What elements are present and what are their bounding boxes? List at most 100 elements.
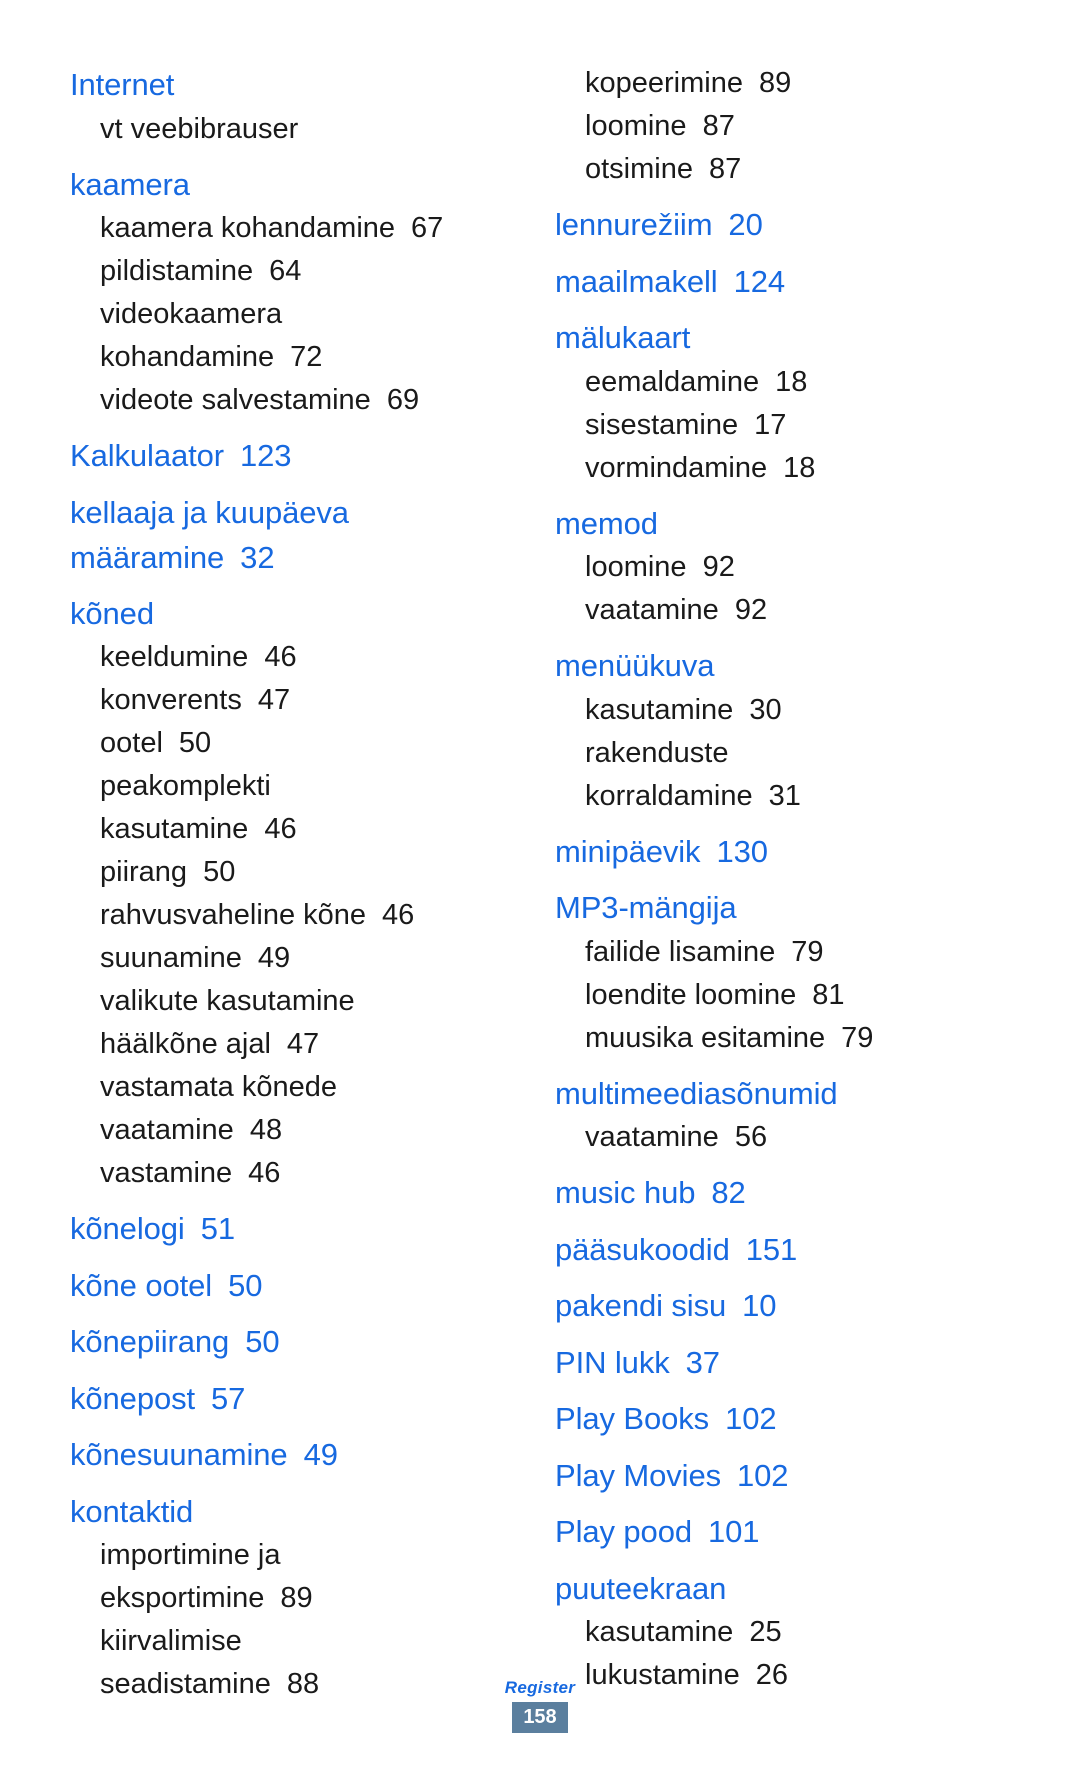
index-subentry[interactable]: piirang 50 (70, 851, 525, 894)
index-entry-term[interactable]: Kalkulaator 123 (70, 433, 525, 479)
index-subentry[interactable]: vastamine 46 (70, 1152, 525, 1195)
index-subentry-page: 46 (248, 1157, 281, 1189)
index-term-page: 124 (733, 263, 786, 299)
index-subentry-label: peakomplekti (100, 770, 271, 802)
index-subentry-label: loomine (585, 551, 687, 583)
index-subentry-page: 92 (702, 551, 735, 583)
index-entry-term[interactable]: Play Movies 102 (555, 1453, 1010, 1499)
index-entry-term[interactable]: Play Books 102 (555, 1396, 1010, 1442)
index-subentry[interactable]: vaatamine 56 (555, 1116, 1010, 1159)
footer-section-label: Register (504, 1678, 576, 1697)
index-term-label: kõnelogi (70, 1211, 185, 1246)
index-subentry[interactable]: loomine 92 (555, 546, 1010, 589)
index-term-label: pakendi sisu (555, 1288, 727, 1323)
index-subentry[interactable]: vt veebibrauser (70, 108, 525, 151)
index-subentry[interactable]: otsimine 87 (555, 148, 1010, 191)
index-subentry-page: 46 (264, 641, 297, 673)
index-term-label: kõnesuunamine (70, 1437, 288, 1472)
index-subentry-label: rakenduste (585, 736, 729, 769)
index-subentry[interactable]: suunamine 49 (70, 937, 525, 980)
index-subentry[interactable]: kopeerimine 89 (555, 62, 1010, 105)
index-subentry[interactable]: korraldamine 31 (555, 775, 1010, 818)
index-entry-term[interactable]: kõnepost 57 (70, 1376, 525, 1422)
index-subentry[interactable]: videote salvestamine 69 (70, 379, 525, 422)
index-subentry[interactable]: vastamata kõnede (70, 1066, 525, 1109)
index-entry-term[interactable]: PIN lukk 37 (555, 1340, 1010, 1386)
index-subentry[interactable]: rahvusvaheline kõne 46 (70, 894, 525, 937)
index-subentry-label: kasutamine (585, 1616, 734, 1648)
index-column-left: Internet vt veebibrauser kaamera kaamera ko… (70, 62, 525, 1706)
index-subentry[interactable]: rakenduste (555, 732, 1010, 775)
index-subentry[interactable]: ootel 50 (70, 722, 525, 765)
index-subentry-label: loendite loomine (585, 978, 797, 1011)
index-subentry-page: 30 (749, 693, 782, 726)
index-entry-term[interactable]: kõne ootel 50 (70, 1263, 525, 1309)
index-term-label: Kalkulaator (70, 438, 224, 473)
index-subentry[interactable]: vormindamine 18 (555, 447, 1010, 490)
index-entry-term[interactable]: kaamera (70, 162, 525, 208)
index-subentry[interactable]: loendite loomine 81 (555, 974, 1010, 1017)
index-subentry-label: vormindamine (585, 451, 768, 484)
index-entry-term[interactable]: lennurežiim 20 (555, 202, 1010, 248)
index-subentry[interactable]: kasutamine 46 (70, 808, 525, 851)
index-subentry[interactable]: keeldumine 46 (70, 636, 525, 679)
index-term-label: MP3-mängija (555, 890, 737, 925)
index-entry-term[interactable]: Play pood 101 (555, 1509, 1010, 1555)
index-entry-term[interactable]: puuteekraan (555, 1566, 1010, 1612)
index-subentry-label: vaatamine (100, 1114, 234, 1146)
index-entry-term[interactable]: pakendi sisu 10 (555, 1283, 1010, 1329)
index-subentry[interactable]: pildistamine 64 (70, 250, 525, 293)
index-subentry[interactable]: loomine 87 (555, 105, 1010, 148)
index-entry-term[interactable]: kõnelogi 51 (70, 1206, 525, 1252)
index-subentry-label: failide lisamine (585, 935, 776, 968)
index-subentry[interactable]: kohandamine 72 (70, 336, 525, 379)
index-subentry[interactable]: kiirvalimise (70, 1620, 525, 1663)
index-subentry-label: piirang (100, 856, 188, 888)
index-entry-term[interactable]: kellaaja ja kuupäeva määramine 32 (70, 490, 525, 580)
index-subentry[interactable]: häälkõne ajal 47 (70, 1023, 525, 1066)
index-entry-term[interactable]: menüükuva (555, 643, 1010, 689)
index-subentry-label: vt veebibrauser (100, 112, 299, 145)
index-subentry[interactable]: peakomplekti (70, 765, 525, 808)
index-entry-term[interactable]: mälukaart (555, 315, 1010, 361)
index-subentry[interactable]: vaatamine 92 (555, 589, 1010, 632)
index-subentry[interactable]: eemaldamine 18 (555, 361, 1010, 404)
index-subentry-label: kasutamine (100, 813, 249, 845)
index-entry-term[interactable]: memod (555, 501, 1010, 547)
index-entry-term[interactable]: kõnesuunamine 49 (70, 1432, 525, 1478)
index-subentry-page: 64 (269, 255, 302, 287)
index-subentry[interactable]: muusika esitamine 79 (555, 1017, 1010, 1060)
index-subentry[interactable]: eksportimine 89 (70, 1577, 525, 1620)
index-entry-term[interactable]: music hub 82 (555, 1170, 1010, 1216)
index-entry-term[interactable]: maailmakell 124 (555, 259, 1010, 305)
index-entry-term[interactable]: pääsukoodid 151 (555, 1227, 1010, 1273)
index-term-label: kõnepost (70, 1380, 196, 1416)
index-subentry[interactable]: videokaamera (70, 293, 525, 336)
index-entry-term[interactable]: multimeediasõnumid (555, 1071, 1010, 1117)
index-subentry[interactable]: kasutamine 25 (555, 1611, 1010, 1654)
index-term-page: 102 (725, 1401, 777, 1436)
index-term-page: 10 (742, 1288, 777, 1323)
index-subentry[interactable]: failide lisamine 79 (555, 931, 1010, 974)
index-subentry[interactable]: kaamera kohandamine 67 (70, 207, 525, 250)
index-subentry[interactable]: konverents 47 (70, 679, 525, 722)
index-entry-term[interactable]: minipäevik 130 (555, 829, 1010, 875)
index-subentry-page: 92 (734, 594, 768, 626)
index-subentry[interactable]: valikute kasutamine (70, 980, 525, 1023)
index-subentry-page: 31 (768, 779, 801, 812)
index-column-right: kopeerimine 89 loomine 87 otsimine 87 lennurež… (555, 62, 1010, 1697)
index-entry-term[interactable]: kõnepiirang 50 (70, 1319, 525, 1365)
index-entry-term[interactable]: kõned (70, 591, 525, 637)
index-entry-term[interactable]: Internet (70, 62, 525, 108)
index-term-page: 20 (728, 207, 763, 242)
index-subentry-label: otsimine (585, 153, 693, 185)
index-subentry[interactable]: vaatamine 48 (70, 1109, 525, 1152)
index-entry-term[interactable]: MP3-mängija (555, 885, 1010, 931)
index-subentry[interactable]: sisestamine 17 (555, 404, 1010, 447)
index-subentry[interactable]: kasutamine 30 (555, 689, 1010, 732)
index-subentry-page: 18 (783, 451, 816, 484)
index-subentry-label: importimine ja (100, 1539, 281, 1571)
index-entry-term[interactable]: kontaktid (70, 1489, 525, 1535)
index-subentry[interactable]: importimine ja (70, 1534, 525, 1577)
index-term-page: 130 (716, 833, 768, 869)
